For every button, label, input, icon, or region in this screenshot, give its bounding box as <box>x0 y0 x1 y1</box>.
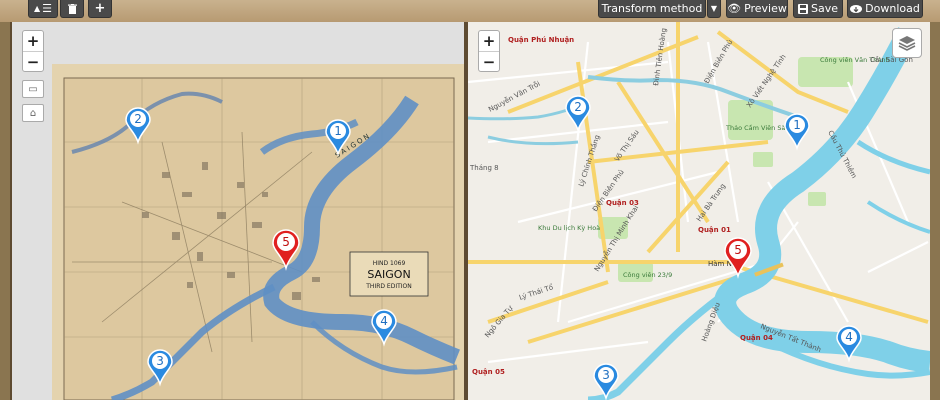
download-label: Download <box>865 2 920 15</box>
label-cong-vien-23-9: Công viên 23/9 <box>623 271 672 279</box>
street-map[interactable]: Quận Phú Nhuận Đinh Tiên Hoàng Điện Biên… <box>468 22 930 400</box>
delete-button[interactable] <box>60 0 84 18</box>
image-icon: ▭ <box>28 83 38 95</box>
transform-method-dropdown[interactable]: ▼ <box>707 0 721 18</box>
transform-method-select[interactable]: Transform method <box>598 0 706 18</box>
left-zoom-in-button[interactable]: + <box>23 31 43 51</box>
layers-button[interactable] <box>892 28 922 58</box>
label-quan-01: Quận 01 <box>698 226 731 234</box>
label-quan-05: Quận 05 <box>472 368 505 376</box>
right-zoom-control: + − <box>478 30 500 72</box>
preview-label: Preview <box>744 2 787 15</box>
home-button[interactable]: ⌂ <box>22 104 44 122</box>
right-edge <box>930 22 940 400</box>
trash-icon <box>67 3 77 14</box>
map-code: HIND 1069 <box>373 260 406 267</box>
label-quan-phu-nhuan: Quận Phú Nhuận <box>508 36 574 44</box>
list-icon: ☰ <box>42 2 53 15</box>
layers-icon <box>898 36 916 51</box>
download-button[interactable]: Download <box>847 0 923 18</box>
label-khu-du-lich-ky-hoa: Khu Du lịch Kỳ Hoà <box>538 224 600 232</box>
map-title: SAIGON <box>367 268 410 281</box>
cloud-download-icon <box>850 4 863 13</box>
label-thao-cam-vien: Thảo Cầm Viên Sài Gòn <box>725 124 802 132</box>
top-toolbar: ▲ ☰ + Transform method ▼ 👁 Preview Save … <box>0 0 940 22</box>
plus-icon: + <box>94 1 106 16</box>
eye-icon: 👁 <box>727 2 742 15</box>
preview-button[interactable]: 👁 Preview <box>726 0 788 18</box>
map-edition: THIRD EDITION <box>365 283 411 290</box>
target-map-pane[interactable]: Quận Phú Nhuận Đinh Tiên Hoàng Điện Biên… <box>468 22 930 400</box>
label-thang-8: Tháng 8 <box>469 164 499 172</box>
source-map-pane[interactable]: S A I G O N HIND 1069 SAIGON THIRD EDITI… <box>10 22 464 400</box>
right-zoom-out-button[interactable]: − <box>479 51 499 71</box>
historic-map[interactable]: S A I G O N HIND 1069 SAIGON THIRD EDITI… <box>12 22 464 400</box>
left-zoom-out-button[interactable]: − <box>23 51 43 71</box>
caret-up-icon: ▲ <box>33 4 41 13</box>
home-icon: ⌂ <box>29 107 37 119</box>
label-quan-04: Quận 04 <box>740 334 773 342</box>
save-label: Save <box>810 2 838 15</box>
menu-button[interactable]: ▲ ☰ <box>28 0 58 18</box>
left-zoom-control: + − <box>22 30 44 72</box>
floppy-icon <box>797 3 808 14</box>
image-toggle-button[interactable]: ▭ <box>22 80 44 98</box>
caret-down-icon: ▼ <box>710 4 718 13</box>
save-button[interactable]: Save <box>793 0 843 18</box>
right-zoom-in-button[interactable]: + <box>479 31 499 51</box>
add-button[interactable]: + <box>88 0 112 18</box>
label-ham-nghi: Hàm Nghi <box>708 260 743 268</box>
transform-method-label: Transform method <box>601 2 703 15</box>
